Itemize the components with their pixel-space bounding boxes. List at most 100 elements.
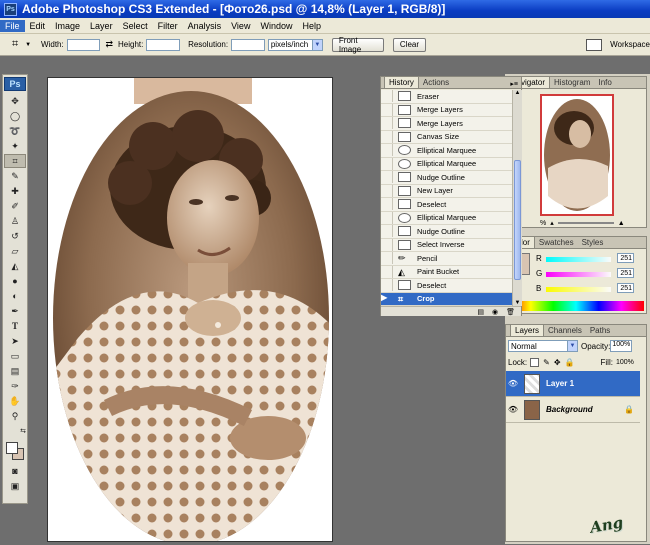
snapshot-source-box[interactable] [381,225,393,238]
lock-transparency-icon[interactable] [530,357,540,367]
dodge-tool-icon[interactable]: ◐ [4,289,26,303]
type-tool-icon[interactable]: T [4,319,26,333]
screen-mode-icon[interactable]: ▣ [4,479,26,493]
history-item-selected[interactable]: ▶ ⌗ Crop [381,292,512,306]
swap-dimensions-icon[interactable]: ⇄ [105,39,113,50]
color-r-slider[interactable] [546,257,611,262]
scroll-thumb[interactable] [514,160,521,280]
layer-name[interactable]: Background [546,405,593,414]
slice-tool-icon[interactable]: ✎ [4,169,26,183]
foreground-color-swatch[interactable] [6,442,18,454]
blur-tool-icon[interactable]: ● [4,274,26,288]
snapshot-source-box[interactable] [381,211,393,224]
opacity-field[interactable]: 100% [610,340,633,352]
history-item[interactable]: Nudge Outline [381,171,512,185]
menu-select[interactable]: Select [118,20,153,32]
menu-analysis[interactable]: Analysis [183,20,227,32]
color-b-field[interactable]: 251 [617,283,634,293]
lasso-tool-icon[interactable]: ➰ [4,124,26,138]
snapshot-source-box[interactable] [381,238,393,251]
color-spectrum-ramp[interactable] [508,301,644,311]
history-state-slider[interactable]: ▶ [381,293,393,305]
paint-bucket-tool-icon[interactable]: ◭ [4,259,26,273]
menu-window[interactable]: Window [255,20,297,32]
new-document-icon[interactable]: ▤ [477,308,484,316]
units-select[interactable]: pixels/inch ▼ [267,38,323,51]
snapshot-source-box[interactable] [381,103,393,116]
menu-image[interactable]: Image [50,20,85,32]
color-b-slider[interactable] [546,287,611,292]
history-item[interactable]: ◭ Paint Bucket [381,265,512,279]
color-r-field[interactable]: 251 [617,253,634,263]
tab-layers[interactable]: Layers [510,324,545,336]
navigator-zoom-value[interactable]: % [540,220,546,227]
lock-image-icon[interactable]: ✎ [543,358,550,367]
palette-well-icon[interactable] [586,38,603,51]
history-item[interactable]: Deselect [381,279,512,293]
menu-filter[interactable]: Filter [153,20,183,32]
resolution-field[interactable] [231,38,265,51]
width-field[interactable] [66,38,101,51]
pen-tool-icon[interactable]: ✒ [4,304,26,318]
layer-row-layer-1[interactable]: 👁 Layer 1 [506,371,640,397]
menu-layer[interactable]: Layer [85,20,118,32]
panel-menu-icon[interactable]: ▸≡ [510,80,518,88]
menu-edit[interactable]: Edit [25,20,51,32]
ps-logo[interactable]: Ps [4,77,26,91]
clear-button[interactable]: Clear [392,37,427,52]
visibility-eye-icon[interactable]: 👁 [506,405,520,414]
lock-position-icon[interactable]: ✥ [554,358,561,367]
history-brush-tool-icon[interactable]: ↺ [4,229,26,243]
crop-tool-icon[interactable]: ⌗ [8,38,22,52]
quick-mask-icon[interactable]: ◙ [4,464,26,478]
navigator-preview[interactable] [540,94,614,216]
menu-view[interactable]: View [226,20,255,32]
color-g-field[interactable]: 251 [617,268,634,278]
snapshot-source-box[interactable] [381,252,393,265]
history-item[interactable]: Elliptical Marquee [381,211,512,225]
eraser-tool-icon[interactable]: ▱ [4,244,26,258]
clone-stamp-tool-icon[interactable]: ♙ [4,214,26,228]
crop-tool-icon[interactable]: ⌗ [4,154,26,168]
history-item[interactable]: Eraser [381,90,512,104]
path-selection-tool-icon[interactable]: ➤ [4,334,26,348]
history-item[interactable]: Merge Layers [381,117,512,131]
snapshot-source-box[interactable] [381,117,393,130]
fill-field[interactable]: 100% [615,359,637,366]
layer-row-background[interactable]: 👁 Background 🔒 [506,397,640,423]
height-field[interactable] [146,38,181,51]
tab-styles[interactable]: Styles [578,237,608,248]
zoom-tool-icon[interactable]: ⚲ [4,409,26,423]
layer-name[interactable]: Layer 1 [546,379,574,388]
zoom-slider[interactable] [557,222,614,224]
blend-mode-select[interactable]: Normal ▼ [508,340,578,352]
tool-preset-dropdown-icon[interactable]: ▼ [25,42,31,48]
scroll-up-icon[interactable]: ▲ [513,90,522,96]
history-scrollbar[interactable]: ▲ ▼ [512,90,522,306]
tab-info[interactable]: Info [594,77,615,88]
snapshot-source-box[interactable] [381,184,393,197]
snapshot-source-box[interactable] [381,144,393,157]
notes-tool-icon[interactable]: ▤ [4,364,26,378]
tab-actions[interactable]: Actions [419,77,453,88]
tab-channels[interactable]: Channels [544,325,586,336]
history-item[interactable]: Select Inverse [381,238,512,252]
zoom-in-icon[interactable]: ▲ [618,220,625,227]
swap-colors-icon[interactable]: ⇆ [4,424,26,438]
healing-brush-tool-icon[interactable]: ✚ [4,184,26,198]
snapshot-source-box[interactable] [381,171,393,184]
tab-paths[interactable]: Paths [586,325,614,336]
snapshot-source-box[interactable] [381,130,393,143]
lock-all-icon[interactable]: 🔒 [565,358,575,367]
document-canvas[interactable] [47,77,333,542]
history-item[interactable]: Merge Layers [381,103,512,117]
menu-file[interactable]: File [0,19,25,32]
magic-wand-tool-icon[interactable]: ✦ [4,139,26,153]
snapshot-source-box[interactable] [381,265,393,278]
new-snapshot-icon[interactable]: ◉ [492,308,498,316]
shape-tool-icon[interactable]: ▭ [4,349,26,363]
snapshot-source-box[interactable] [381,157,393,170]
menu-help[interactable]: Help [297,20,326,32]
history-item[interactable]: Deselect [381,198,512,212]
history-item[interactable]: ✏ Pencil [381,252,512,266]
